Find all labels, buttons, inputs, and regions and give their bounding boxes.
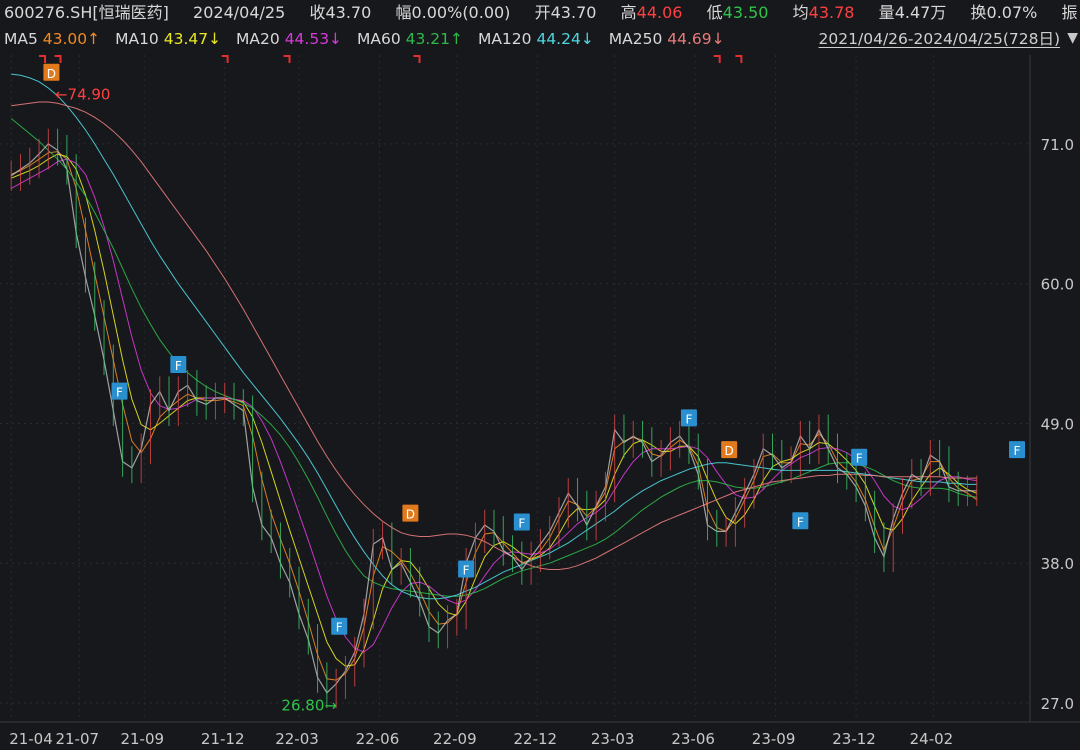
gridlines [0, 55, 1080, 723]
signal-marker-label: D [47, 67, 56, 81]
top-flag-mark [713, 55, 721, 63]
y-tick-label: 38.0 [1041, 555, 1074, 573]
x-tick-label: 22-12 [514, 730, 558, 748]
y-tick-label: 49.0 [1041, 415, 1074, 433]
price-chart: D F F F D F F F D F F F ←74.90 26.80→ 27.0 38.0 49.0 60… [0, 55, 1080, 748]
price-line-group [10, 128, 978, 709]
moving-average-lines [10, 73, 978, 681]
signal-marker-label: F [116, 386, 123, 400]
y-tick-label: 60.0 [1041, 276, 1074, 294]
min-price-label: 26.80→ [281, 696, 337, 714]
x-tick-label: 23-06 [671, 730, 715, 748]
x-tick-label: 22-03 [275, 730, 319, 748]
signal-marker-label: D [725, 444, 734, 458]
signal-markers: D F F F D F F F D F F F [43, 63, 1025, 635]
x-tick-label: 23-09 [752, 730, 796, 748]
x-tick-label: 21-12 [201, 730, 245, 748]
top-flag-mark [413, 55, 421, 63]
signal-marker-label: F [685, 412, 692, 426]
top-flag-mark [283, 55, 291, 63]
signal-marker-label: F [518, 517, 525, 531]
top-flag-mark [735, 55, 743, 63]
x-tick-label: 22-06 [356, 730, 400, 748]
signal-marker-label: F [336, 621, 343, 635]
x-tick-label: 24-02 [910, 730, 954, 748]
signal-marker-label: F [1014, 444, 1021, 458]
y-tick-label: 27.0 [1041, 695, 1074, 713]
x-tick-label: 21-07 [55, 730, 99, 748]
signal-marker-label: D [406, 508, 415, 522]
y-axis: 27.0 38.0 49.0 60.0 71.0 [1041, 136, 1074, 713]
y-tick-label: 71.0 [1041, 136, 1074, 154]
signal-marker-label: F [463, 564, 470, 578]
x-tick-label: 21-04 [9, 730, 53, 748]
ma-line-ma5 [11, 151, 978, 681]
price-line [10, 143, 977, 694]
x-tick-label: 21-09 [120, 730, 164, 748]
x-axis: 21-04 21-07 21-09 21-12 22-03 22-06 22-09 22-12… [9, 730, 953, 748]
x-tick-label: 23-12 [832, 730, 876, 748]
x-tick-label: 23-03 [591, 730, 635, 748]
ma-line-ma250 [11, 101, 977, 570]
ma-line-ma20 [10, 158, 977, 653]
top-flag-mark [39, 55, 47, 63]
x-tick-label: 22-09 [433, 730, 477, 748]
signal-marker-label: F [797, 515, 804, 529]
max-price-label: ←74.90 [55, 85, 111, 103]
ma-line-ma10 [11, 153, 977, 667]
signal-marker-label: F [175, 359, 182, 373]
top-flag-mark [54, 55, 62, 63]
signal-marker-label: F [856, 452, 863, 466]
